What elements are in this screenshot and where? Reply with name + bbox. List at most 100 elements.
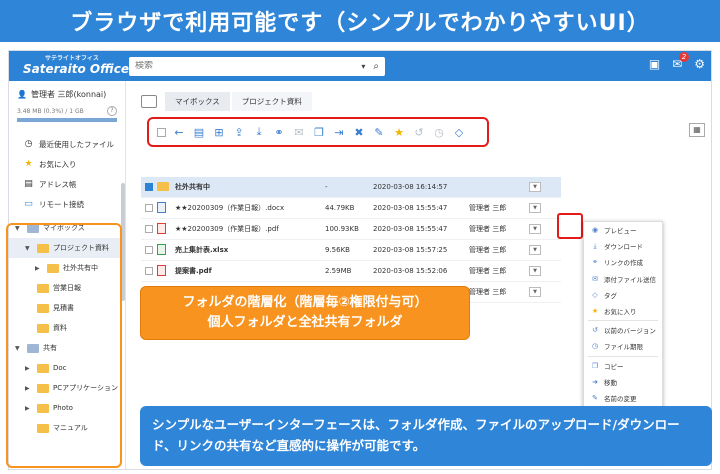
row-checkbox[interactable]: [145, 225, 153, 233]
file-size: 44.79KB: [325, 204, 355, 212]
row-action-cell: ▼: [529, 203, 545, 213]
tag-icon[interactable]: ◇: [452, 126, 466, 139]
search-icon[interactable]: ⌕: [373, 61, 379, 72]
menu-item[interactable]: ◇ タグ: [584, 287, 662, 303]
menu-item-label: ファイル期限: [604, 343, 643, 352]
sidebar-item-remote[interactable]: ▭ リモート接続: [9, 194, 125, 214]
menu-item[interactable]: ◉ プレビュー: [584, 222, 662, 238]
office-app-icon[interactable]: ▣: [649, 57, 660, 71]
menu-item-label: リンクの作成: [604, 259, 643, 268]
row-checkbox-cell: [141, 225, 157, 233]
table-row[interactable]: 売上集計表.xlsx 9.56KB 2020-03-08 15:57:25 管理者 三…: [141, 240, 561, 261]
row-checkbox-cell: [141, 204, 157, 212]
box-icon: [141, 94, 157, 108]
file-date: 2020-03-08 15:55:47: [373, 225, 448, 233]
menu-item[interactable]: ✎ 名前の変更: [584, 390, 662, 406]
help-icon[interactable]: ?: [107, 106, 117, 116]
row-menu-dropdown-icon[interactable]: ▼: [529, 287, 541, 297]
file-name: ★★20200309（作業日報）.docx: [175, 204, 285, 212]
user-info[interactable]: 👤 管理者 三郎(konnai): [9, 81, 125, 100]
row-action-cell: ▼: [529, 224, 545, 234]
table-row[interactable]: 社外共有中 - 2020-03-08 16:14:57 ▼: [141, 177, 561, 198]
row-action-cell: ▼: [529, 287, 545, 297]
trash-icon[interactable]: ✖: [352, 126, 366, 139]
mail-icon: ✉: [592, 274, 598, 283]
menu-item-label: 以前のバージョン: [604, 327, 656, 336]
star-icon[interactable]: ★: [392, 126, 406, 139]
row-action-cell: ▼: [529, 182, 545, 192]
search-input[interactable]: [135, 61, 362, 71]
menu-item-label: 移動: [604, 378, 617, 387]
row-menu-dropdown-icon[interactable]: ▼: [529, 266, 541, 276]
menu-item-label: タグ: [604, 291, 617, 300]
select-all-checkbox[interactable]: [157, 127, 166, 137]
clock-icon[interactable]: ◷: [432, 126, 446, 139]
move-icon[interactable]: ⇥: [332, 126, 346, 139]
upload-icon[interactable]: ⇪: [232, 126, 246, 139]
clock-icon: ◷: [591, 342, 599, 351]
file-name: ★★20200309（作業日報）.pdf: [175, 225, 279, 233]
row-checkbox-cell: [141, 267, 157, 275]
menu-item[interactable]: ⤓ ダウンロード: [584, 238, 662, 254]
user-name: 管理者 三郎(konnai): [30, 90, 107, 99]
gear-icon[interactable]: ⚙: [694, 57, 705, 71]
menu-item-label: 名前の変更: [604, 394, 637, 403]
row-menu-dropdown-icon[interactable]: ▼: [529, 245, 541, 255]
menu-item[interactable]: ✉ 添付ファイル送信: [584, 271, 662, 287]
row-checkbox[interactable]: [145, 204, 153, 212]
download-icon: ⤓: [593, 241, 597, 250]
menu-item[interactable]: ↺ 以前のバージョン: [584, 322, 662, 338]
file-size: 100.93KB: [325, 225, 359, 233]
search-dropdown-icon[interactable]: ▾: [361, 62, 365, 71]
menu-item[interactable]: ◷ ファイル期限: [584, 338, 662, 354]
star-icon: ★: [24, 159, 33, 169]
file-type-cell: [157, 222, 175, 236]
menu-item[interactable]: ⚭ リンクの作成: [584, 254, 662, 270]
storage-usage-bar: [17, 118, 117, 122]
copy-icon[interactable]: ❐: [312, 126, 326, 139]
download-icon[interactable]: ⤓: [252, 125, 266, 139]
row-checkbox[interactable]: [145, 246, 153, 254]
breadcrumb-item-mybox[interactable]: マイボックス: [165, 91, 230, 111]
row-checkbox[interactable]: [145, 267, 153, 275]
new-folder-icon[interactable]: ⊞: [212, 126, 226, 139]
history-icon[interactable]: ↺: [412, 126, 426, 139]
header-icons: ▣ ✉ 2 ⚙: [649, 52, 705, 71]
row-checkbox[interactable]: [145, 183, 153, 191]
menu-item-label: ダウンロード: [604, 243, 643, 252]
row-menu-dropdown-icon[interactable]: ▼: [529, 224, 541, 234]
app-logo[interactable]: サテライトオフィス Sateraito Office: [9, 56, 129, 77]
file-type-cell: [157, 201, 175, 215]
menu-item[interactable]: ❐ コピー: [584, 358, 662, 374]
sidebar-item-recent[interactable]: ◷ 最近使用したファイル: [9, 134, 125, 154]
storage-usage: 3.48 MB (0.3%) / 1 GB ?: [9, 100, 125, 118]
table-row[interactable]: ★★20200309（作業日報）.docx 44.79KB 2020-03-08 1…: [141, 198, 561, 219]
link-icon[interactable]: ⚭: [272, 126, 286, 139]
sidebar-item-favorites[interactable]: ★ お気に入り: [9, 154, 125, 174]
view-toggle-button[interactable]: ▦: [689, 123, 705, 137]
file-toolbar: ← ▤ ⊞ ⇪ ⤓ ⚭ ✉ ❐ ⇥ ✖ ✎ ★ ↺ ◷ ◇: [147, 117, 489, 147]
table-row[interactable]: ★★20200309（作業日報）.pdf 100.93KB 2020-03-08 1…: [141, 219, 561, 240]
file-date: 2020-03-08 15:52:06: [373, 267, 448, 275]
row-checkbox-cell: [141, 246, 157, 254]
row-menu-dropdown-icon[interactable]: ▼: [529, 182, 541, 192]
search-box[interactable]: ▾ ⌕: [129, 56, 385, 76]
row-menu-dropdown-icon[interactable]: ▼: [529, 203, 541, 213]
sidebar-item-address-book[interactable]: ▤ アドレス帳: [9, 174, 125, 194]
tag-icon: ◇: [592, 290, 598, 299]
breadcrumb-item-project[interactable]: プロジェクト資料: [231, 91, 312, 111]
back-icon[interactable]: ←: [172, 126, 186, 139]
menu-item[interactable]: ★ お気に入り: [584, 303, 662, 319]
menu-item-label: プレビュー: [604, 227, 637, 236]
file-size: 2.59MB: [325, 267, 352, 275]
folder-tree-highlight: [6, 223, 122, 468]
table-row[interactable]: 提案書.pdf 2.59MB 2020-03-08 15:52:06 管理者 三郎 ▼: [141, 261, 561, 282]
edit-icon[interactable]: ✎: [372, 126, 386, 139]
storage-usage-fill: [17, 118, 117, 122]
notification-icon[interactable]: ✉ 2: [672, 52, 690, 71]
pdf-file-icon: [157, 264, 166, 276]
menu-item[interactable]: ➜ 移動: [584, 374, 662, 390]
mail-icon[interactable]: ✉: [292, 126, 306, 139]
file-size: -: [325, 183, 328, 191]
new-file-icon[interactable]: ▤: [192, 126, 206, 139]
